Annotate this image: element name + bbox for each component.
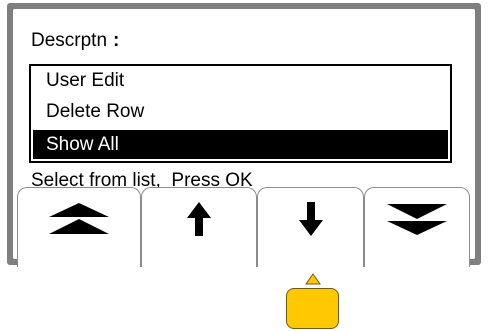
ok-button[interactable] xyxy=(286,288,339,329)
list-item-delete-row[interactable]: Delete Row xyxy=(33,97,448,126)
up-arrow-icon xyxy=(187,202,211,236)
double-down-chevron-icon xyxy=(387,204,447,235)
field-title-text: Descrptn xyxy=(31,30,108,51)
list-item-user-edit[interactable]: User Edit xyxy=(33,66,448,95)
field-title-colon: : xyxy=(113,30,120,51)
double-up-chevron-icon xyxy=(49,203,109,234)
page-up-softkey[interactable] xyxy=(17,187,141,267)
down-arrow-icon xyxy=(298,202,323,236)
scroll-up-softkey[interactable] xyxy=(141,187,257,267)
option-list: User Edit Delete Row Show All xyxy=(29,64,452,163)
field-title: Descrptn: xyxy=(31,30,119,52)
scroll-down-softkey[interactable] xyxy=(257,187,364,267)
up-triangle-icon xyxy=(305,273,321,285)
list-item-show-all[interactable]: Show All xyxy=(33,130,448,159)
page-down-softkey[interactable] xyxy=(364,187,470,267)
